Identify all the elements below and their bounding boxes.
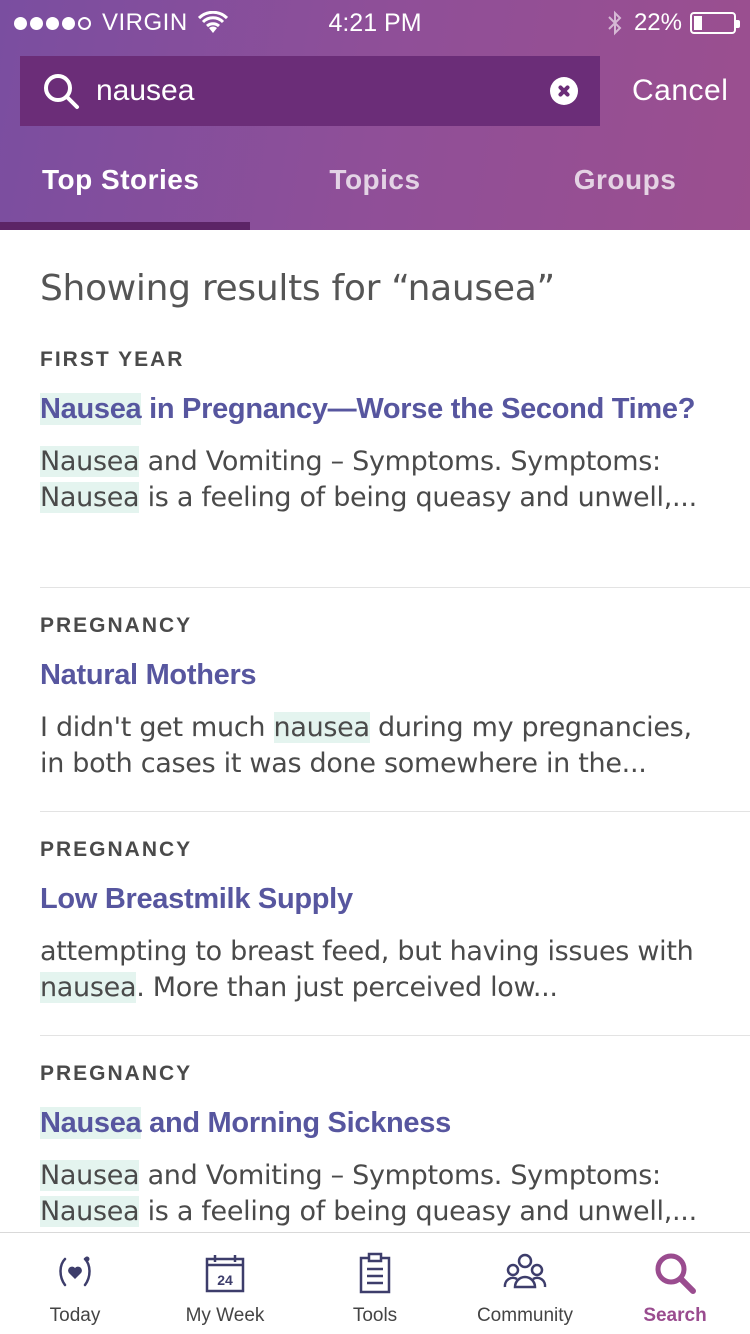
- snippet-text: and Vomiting – Symptoms. Symptoms:: [139, 1160, 662, 1191]
- result-snippet: Nausea and Vomiting – Symptoms. Symptoms…: [40, 1158, 750, 1230]
- bluetooth-icon: [608, 10, 622, 36]
- snippet-text: is a feeling of being queasy and unwell,…: [139, 482, 698, 513]
- tab-bar-label: Search: [643, 1305, 707, 1326]
- title-highlight: Nausea: [40, 393, 142, 425]
- result-item[interactable]: PREGNANCY Low Breastmilk Supply attempti…: [40, 832, 750, 1036]
- result-item[interactable]: PREGNANCY Nausea and Morning Sickness Na…: [40, 1056, 750, 1232]
- tab-bar-today[interactable]: Today: [0, 1233, 150, 1334]
- battery-level: [694, 16, 702, 30]
- tab-topics[interactable]: Topics: [250, 150, 500, 230]
- snippet-text: is a feeling of being queasy and unwell,…: [139, 1196, 698, 1227]
- result-item[interactable]: FIRST YEAR Nausea in Pregnancy—Worse the…: [40, 342, 750, 588]
- result-category: PREGNANCY: [40, 838, 193, 861]
- clear-search-icon[interactable]: [550, 77, 578, 105]
- tab-groups[interactable]: Groups: [500, 150, 750, 230]
- tab-label: Groups: [573, 164, 677, 195]
- tab-bar-tools[interactable]: Tools: [300, 1233, 450, 1334]
- clipboard-icon: [359, 1252, 391, 1294]
- result-title[interactable]: Nausea in Pregnancy—Worse the Second Tim…: [40, 388, 750, 430]
- result-tabs: Top Stories Topics Groups: [0, 150, 750, 230]
- tab-bar-community[interactable]: Community: [450, 1233, 600, 1334]
- title-text: Low Breastmilk Supply: [40, 883, 353, 915]
- tab-bar-my-week[interactable]: 24 My Week: [150, 1233, 300, 1334]
- title-text: and Morning Sickness: [141, 1107, 451, 1139]
- tab-label: Top Stories: [42, 164, 200, 195]
- result-snippet: I didn't get much nausea during my pregn…: [40, 710, 750, 782]
- result-title[interactable]: Low Breastmilk Supply: [40, 878, 750, 920]
- results-heading: Showing results for “nausea”: [40, 268, 555, 309]
- tab-top-stories[interactable]: Top Stories: [0, 150, 250, 230]
- tab-bar-label: Today: [49, 1305, 101, 1326]
- today-icon: [59, 1256, 91, 1287]
- result-snippet: Nausea and Vomiting – Symptoms. Symptoms…: [40, 444, 750, 516]
- battery-percent: 22%: [633, 9, 682, 36]
- calendar-day: 24: [217, 1272, 233, 1288]
- tab-bar-label: My Week: [185, 1305, 265, 1326]
- battery-cap: [736, 20, 740, 28]
- snippet-highlight: Nausea: [40, 446, 140, 477]
- result-title[interactable]: Nausea and Morning Sickness: [40, 1102, 750, 1144]
- tab-bar-label: Community: [476, 1305, 574, 1326]
- result-snippet: attempting to breast feed, but having is…: [40, 934, 750, 1006]
- snippet-highlight: nausea: [273, 712, 370, 743]
- snippet-highlight: Nausea: [40, 1196, 140, 1227]
- cancel-button[interactable]: Cancel: [632, 74, 728, 108]
- snippet-text: I didn't get much: [40, 712, 274, 743]
- search-bar[interactable]: nausea: [20, 56, 600, 126]
- tab-bar-label: Tools: [352, 1305, 398, 1326]
- battery-icon: [690, 12, 740, 34]
- active-tab-indicator: [0, 222, 250, 230]
- header: VIRGIN 4:21 PM 22% nausea Cancel Top Sto…: [0, 0, 750, 230]
- snippet-highlight: nausea: [40, 972, 137, 1003]
- tab-label: Topics: [329, 164, 421, 195]
- search-input[interactable]: nausea: [96, 74, 550, 108]
- snippet-highlight: Nausea: [40, 1160, 140, 1191]
- result-category: PREGNANCY: [40, 614, 193, 637]
- title-text: Natural Mothers: [40, 659, 257, 691]
- result-item[interactable]: PREGNANCY Natural Mothers I didn't get m…: [40, 608, 750, 812]
- status-bar: VIRGIN 4:21 PM 22%: [0, 0, 750, 44]
- result-category: FIRST YEAR: [40, 348, 185, 371]
- tab-bar-search[interactable]: Search: [600, 1233, 750, 1334]
- result-category: PREGNANCY: [40, 1062, 193, 1085]
- snippet-text: . More than just perceived low...: [136, 972, 558, 1003]
- search-icon: [44, 74, 79, 109]
- title-highlight: Nausea: [40, 1107, 142, 1139]
- snippet-text: attempting to breast feed, but having is…: [40, 936, 694, 967]
- status-right: 22%: [606, 9, 740, 37]
- title-text: in Pregnancy—Worse the Second Time?: [141, 393, 696, 425]
- snippet-text: and Vomiting – Symptoms. Symptoms:: [139, 446, 662, 477]
- bottom-tab-bar: Today 24 My Week Tools Community Search: [0, 1232, 750, 1334]
- snippet-highlight: Nausea: [40, 482, 140, 513]
- search-icon: [655, 1253, 696, 1294]
- results-list: Showing results for “nausea” FIRST YEAR …: [0, 230, 750, 1232]
- community-icon: [503, 1253, 547, 1289]
- calendar-icon: 24: [205, 1255, 245, 1293]
- result-title[interactable]: Natural Mothers: [40, 654, 750, 696]
